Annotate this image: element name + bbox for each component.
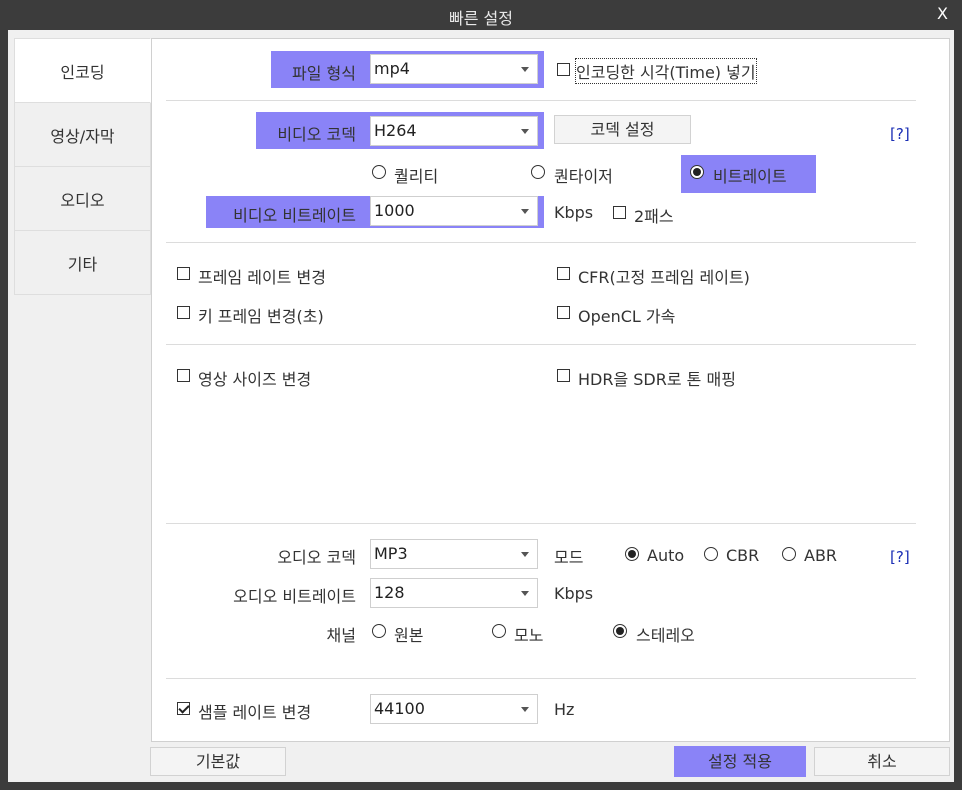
video-codec-label: 비디오 코덱: [277, 125, 356, 144]
channel-label: 채널: [326, 626, 356, 645]
divider: [166, 344, 916, 345]
divider: [166, 523, 916, 524]
divider: [166, 100, 916, 101]
sidebar-item-label: 인코딩: [60, 62, 105, 82]
format-label: 파일 형식: [292, 64, 356, 83]
two-pass-label: 2패스: [634, 207, 674, 226]
sidebar-item-encoding[interactable]: 인코딩: [14, 38, 151, 103]
radio-channel-mono-label: 모노: [514, 626, 544, 645]
keyframe-change-label: 키 프레임 변경(초): [198, 307, 324, 326]
close-button[interactable]: X: [937, 4, 948, 23]
dialog-body: 인코딩 영상/자막 오디오 기타 파일 형식 mp4 인코딩한 시각(Time)…: [8, 30, 954, 782]
two-pass-checkbox[interactable]: [613, 206, 626, 219]
radio-audio-cbr-label: CBR: [726, 546, 760, 565]
resize-checkbox[interactable]: [177, 369, 190, 382]
video-bitrate-label: 비디오 비트레이트: [233, 206, 356, 225]
video-codec-value: H264: [374, 121, 417, 140]
radio-quantizer[interactable]: [531, 165, 545, 179]
opencl-label: OpenCL 가속: [578, 307, 676, 326]
radio-quality[interactable]: [372, 165, 386, 179]
insert-time-label: 인코딩한 시각(Time) 넣기: [575, 58, 757, 84]
radio-bitrate-label: 비트레이트: [713, 167, 787, 186]
audio-bitrate-unit: Kbps: [554, 584, 594, 603]
radio-audio-auto-label: Auto: [647, 546, 685, 565]
radio-channel-stereo[interactable]: [613, 624, 627, 638]
defaults-button[interactable]: 기본값: [150, 747, 286, 776]
resize-label: 영상 사이즈 변경: [198, 370, 312, 389]
audio-help-link[interactable]: [?]: [890, 548, 910, 566]
radio-bitrate[interactable]: [690, 165, 704, 179]
hdr-to-sdr-checkbox[interactable]: [557, 369, 570, 382]
radio-channel-mono[interactable]: [492, 624, 506, 638]
video-bitrate-select[interactable]: 1000: [370, 196, 538, 226]
sidebar: 인코딩 영상/자막 오디오 기타: [14, 38, 151, 295]
audio-codec-label: 오디오 코덱: [277, 548, 356, 567]
video-bitrate-value: 1000: [374, 201, 415, 220]
sidebar-item-audio[interactable]: 오디오: [14, 167, 151, 231]
radio-audio-abr-label: ABR: [804, 546, 838, 565]
video-bitrate-unit: Kbps: [554, 203, 594, 222]
chevron-down-icon: [521, 67, 529, 72]
chevron-down-icon: [521, 209, 529, 214]
format-select-value: mp4: [374, 59, 410, 78]
video-codec-select[interactable]: H264: [370, 116, 538, 146]
cfr-checkbox[interactable]: [557, 267, 570, 280]
keyframe-change-checkbox[interactable]: [177, 306, 190, 319]
cfr-label: CFR(고정 프레임 레이트): [578, 268, 750, 287]
audio-bitrate-value: 128: [374, 583, 405, 602]
window-title: 빠른 설정: [449, 9, 513, 28]
audio-codec-select[interactable]: MP3: [370, 539, 538, 569]
samplerate-value: 44100: [374, 699, 425, 718]
framerate-change-checkbox[interactable]: [177, 267, 190, 280]
format-select[interactable]: mp4: [370, 54, 538, 84]
radio-audio-abr[interactable]: [782, 547, 796, 561]
hdr-to-sdr-label: HDR을 SDR로 톤 매핑: [578, 370, 736, 389]
sidebar-item-label: 오디오: [60, 190, 105, 210]
divider: [166, 678, 916, 679]
divider: [166, 242, 916, 243]
radio-quantizer-label: 퀀타이저: [554, 167, 613, 186]
codec-settings-button[interactable]: 코덱 설정: [554, 115, 691, 144]
sidebar-item-video-subtitle[interactable]: 영상/자막: [14, 103, 151, 167]
samplerate-change-checkbox[interactable]: [177, 702, 190, 715]
video-help-link[interactable]: [?]: [890, 125, 910, 143]
radio-audio-auto[interactable]: [625, 547, 639, 561]
chevron-down-icon: [521, 591, 529, 596]
radio-channel-original[interactable]: [372, 624, 386, 638]
title-bar: 빠른 설정 X: [0, 0, 962, 30]
radio-quality-label: 퀄리티: [394, 167, 439, 186]
sidebar-item-label: 영상/자막: [50, 126, 115, 146]
audio-mode-label: 모드: [554, 548, 584, 567]
radio-channel-original-label: 원본: [394, 626, 424, 645]
audio-codec-value: MP3: [374, 544, 408, 563]
samplerate-select[interactable]: 44100: [370, 694, 538, 724]
sidebar-item-label: 기타: [67, 254, 98, 274]
audio-bitrate-label: 오디오 비트레이트: [233, 587, 356, 606]
sidebar-item-other[interactable]: 기타: [14, 231, 151, 295]
settings-panel: 파일 형식 mp4 인코딩한 시각(Time) 넣기 비디오 코덱 H264 코…: [151, 38, 950, 742]
chevron-down-icon: [521, 552, 529, 557]
cancel-button[interactable]: 취소: [814, 747, 950, 776]
samplerate-unit: Hz: [554, 700, 575, 719]
insert-time-checkbox[interactable]: [557, 63, 570, 76]
chevron-down-icon: [521, 129, 529, 134]
apply-settings-button[interactable]: 설정 적용: [674, 746, 806, 777]
audio-bitrate-select[interactable]: 128: [370, 578, 538, 608]
radio-audio-cbr[interactable]: [704, 547, 718, 561]
chevron-down-icon: [521, 707, 529, 712]
framerate-change-label: 프레임 레이트 변경: [198, 268, 326, 287]
samplerate-change-label: 샘플 레이트 변경: [198, 703, 312, 722]
radio-channel-stereo-label: 스테레오: [636, 626, 695, 645]
opencl-checkbox[interactable]: [557, 306, 570, 319]
